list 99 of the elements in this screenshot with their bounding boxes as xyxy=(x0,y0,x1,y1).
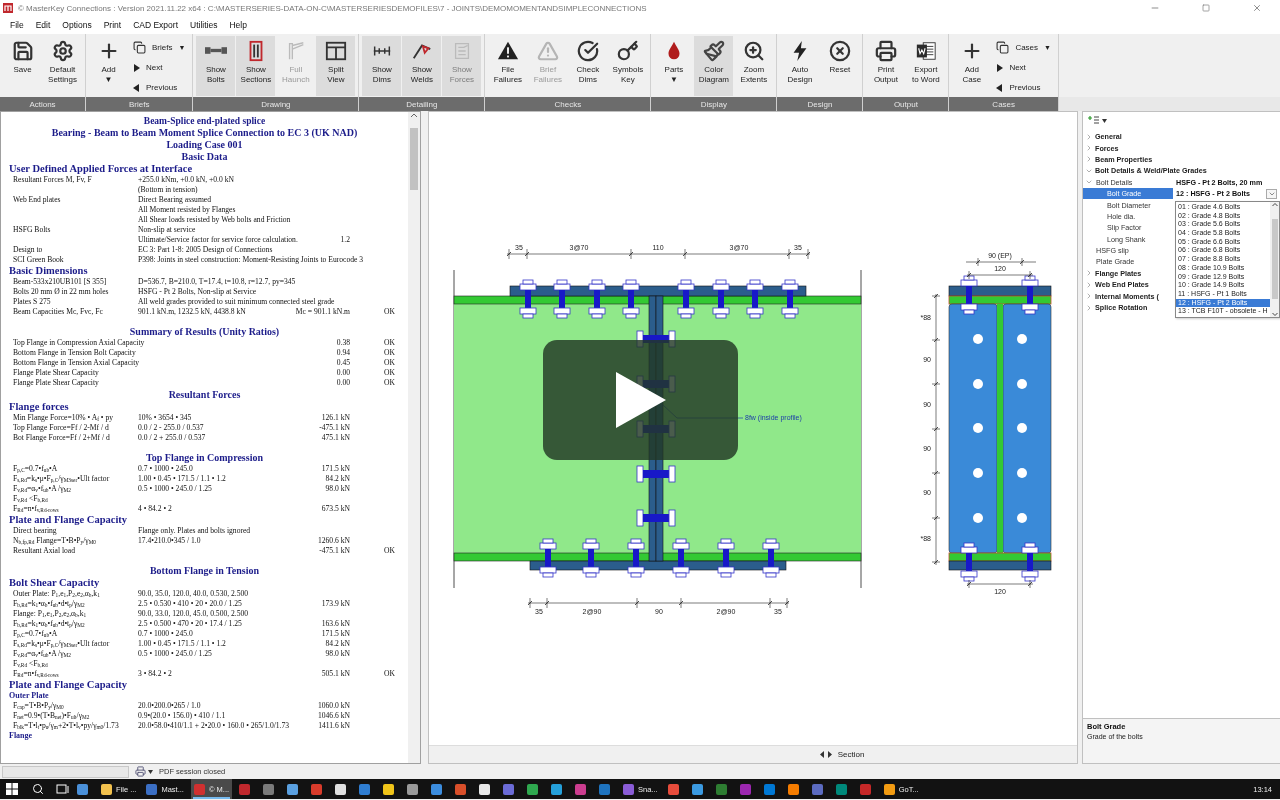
ribbon-button[interactable]: Symbols Key xyxy=(608,36,648,96)
scroll-arrows-icon[interactable] xyxy=(819,751,832,758)
ribbon-button[interactable]: Save xyxy=(3,36,42,96)
report-title: Basic Data xyxy=(180,151,229,163)
menu-item[interactable]: Utilities xyxy=(184,17,224,33)
section-heading: Summary of Results (Unity Ratios) xyxy=(128,325,281,338)
menu-item[interactable]: Help xyxy=(223,17,253,33)
copy-icon xyxy=(996,41,1010,54)
ribbon-button[interactable]: Reset xyxy=(820,36,860,96)
word-document-icon xyxy=(914,40,937,62)
menu-item[interactable]: Print xyxy=(97,17,128,33)
ribbon-button[interactable]: Show Dims xyxy=(362,36,402,96)
bolt-icon xyxy=(204,47,227,54)
scrollbar[interactable] xyxy=(408,112,420,763)
minor-heading: Flange xyxy=(8,731,34,741)
play-right-icon xyxy=(996,63,1004,72)
task-view-icon[interactable] xyxy=(56,783,70,795)
section-heading: Resultant Forces xyxy=(167,388,242,401)
ribbon-button[interactable]: Split View xyxy=(316,36,356,96)
group-label: Cases xyxy=(949,97,1058,111)
windows-start-icon[interactable] xyxy=(6,783,18,795)
window-title: © MasterKey Connections : Version 2021.11.22 x64 : C:\MASTERSERIES-DATA-ON-C\MASTERSERIESDEMOFILES\7 - JOINTS\DEMOMOMENTANDSIMPLECONNECTIONS xyxy=(18,3,648,13)
menu-item[interactable]: Edit xyxy=(29,17,57,33)
ribbon-button[interactable]: File Failures xyxy=(488,36,528,96)
key-icon xyxy=(616,40,639,62)
copy-icon xyxy=(133,41,146,54)
menu-item[interactable]: CAD Export xyxy=(127,17,184,33)
ribbon-button[interactable]: Show Sections xyxy=(236,36,276,96)
list-add-icon xyxy=(1088,116,1100,126)
section-heading: Top Flange in Compression xyxy=(145,451,264,464)
view-tab[interactable]: Section xyxy=(835,750,867,759)
paintbrush-icon xyxy=(702,40,725,62)
menu-item[interactable]: File xyxy=(4,17,30,33)
group-label: Output xyxy=(863,97,949,111)
scroll-down-icon[interactable] xyxy=(1271,311,1278,317)
subsection-heading: Plate and Flange Capacity xyxy=(8,514,129,526)
settings-icon xyxy=(51,40,74,62)
dropdown-button[interactable] xyxy=(1266,188,1277,199)
scroll-up-icon[interactable] xyxy=(410,112,418,118)
subsection-heading: Bolt Shear Capacity xyxy=(8,577,101,589)
group-label: Drawing xyxy=(193,97,359,111)
caret-icon xyxy=(148,769,153,774)
ribbon-button[interactable]: Previous xyxy=(992,78,1055,97)
minor-heading: Outer Plate xyxy=(8,691,50,701)
subsection-heading: Basic Dimensions xyxy=(8,265,89,277)
play-right-icon xyxy=(133,63,140,72)
ribbon-button[interactable]: Check Dims xyxy=(568,36,608,96)
scrollbar[interactable] xyxy=(1270,202,1279,317)
video-play-button[interactable] xyxy=(543,340,738,460)
printer-icon xyxy=(135,766,146,777)
subsection-heading: Plate and Flange Capacity xyxy=(8,679,129,691)
scroll-up-icon[interactable] xyxy=(1271,202,1278,207)
ribbon-button[interactable]: Next xyxy=(129,58,190,77)
ribbon-button[interactable]: Show Welds xyxy=(402,36,442,96)
caret-icon xyxy=(1102,119,1107,123)
warning-icon xyxy=(536,40,559,62)
group-label: Briefs xyxy=(86,97,193,111)
play-icon xyxy=(613,370,668,430)
ribbon-button[interactable]: Previous xyxy=(129,78,190,97)
split-view-icon xyxy=(324,40,347,62)
section-heading: Bottom Flange in Tension xyxy=(148,564,261,577)
dimension-line xyxy=(966,579,1034,589)
report-title: Beam-Splice end-plated splice xyxy=(142,115,267,127)
ribbon-button[interactable]: Parts ▼ xyxy=(654,36,694,96)
report-title: Loading Case 001 xyxy=(165,139,244,151)
close-icon xyxy=(1252,3,1262,13)
restore-icon xyxy=(1202,4,1210,12)
group-label: Detailing xyxy=(359,97,485,111)
ribbon-button[interactable]: Export to Word xyxy=(906,36,946,96)
ribbon-button[interactable]: Add Case xyxy=(952,36,992,96)
group-label: Checks xyxy=(485,97,651,111)
play-left-icon xyxy=(996,83,1004,92)
ribbon-button[interactable]: Print Output xyxy=(866,36,906,96)
ribbon-button[interactable]: Auto Design xyxy=(780,36,820,96)
save-icon xyxy=(11,40,34,62)
group-label: Design xyxy=(777,97,863,111)
reset-icon xyxy=(828,40,851,62)
ribbon-button[interactable]: Add ▼ xyxy=(89,36,128,96)
subsection-heading: Flange forces xyxy=(8,401,70,413)
play-left-icon xyxy=(133,83,140,92)
ribbon-button[interactable]: Next xyxy=(992,58,1055,77)
status-field[interactable] xyxy=(2,765,129,778)
ribbon-button[interactable]: Default Settings xyxy=(43,36,82,96)
zoom-icon xyxy=(742,40,765,62)
warning-icon xyxy=(496,40,519,62)
print-menu-button[interactable] xyxy=(135,766,153,777)
group-label: Actions xyxy=(0,97,85,111)
app-logo-icon xyxy=(3,3,13,13)
scrollbar-thumb[interactable] xyxy=(410,128,418,190)
check-icon xyxy=(576,40,599,62)
search-icon[interactable] xyxy=(32,783,44,795)
ribbon-button[interactable]: Zoom Extents xyxy=(734,36,774,96)
report-title: Bearing - Beam to Beam Moment Splice Connection to EC 3 (UK NAD) xyxy=(50,127,359,139)
ribbon-button[interactable]: Show Bolts xyxy=(196,36,236,96)
ribbon-button[interactable]: Color Diagram xyxy=(694,36,734,96)
group-label: Display xyxy=(651,97,777,111)
menu-item[interactable]: Options xyxy=(56,17,98,33)
subsection-heading: User Defined Applied Forces at Interface xyxy=(8,163,194,175)
printer-icon xyxy=(874,40,897,62)
